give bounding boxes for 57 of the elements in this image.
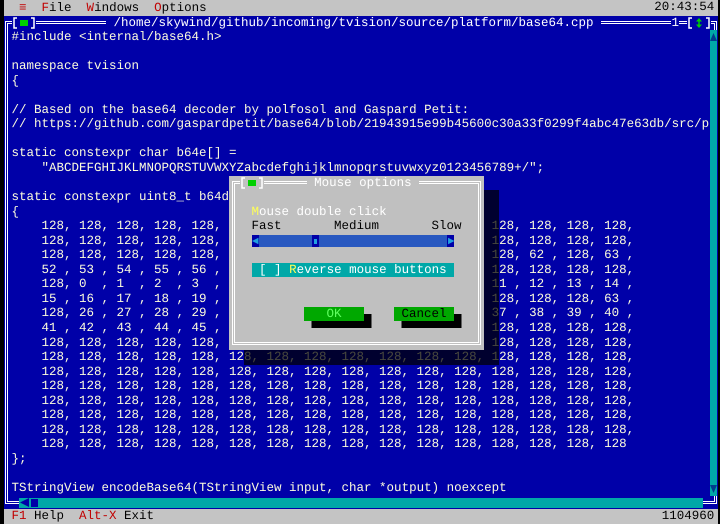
slider-thumb[interactable]	[312, 235, 320, 248]
code-line: 128, 128, 128, 128, 128, 128, 128, 128, 128, 128, 128, 128, 128, 128, 128, 128,	[42, 379, 634, 394]
code-line: namespace tvision	[12, 59, 140, 74]
code-line: 128, 128, 128, 128, 128, 128, 128, 128, 128, 128, 128, 128, 128, 128, 128, 128	[42, 437, 627, 452]
code-line: 128, 128, 128, 128,	[492, 336, 634, 350]
code-line: "ABCDEFGHIJKLMNOPQRSTUVWXYZabcdefghijklmnopqrstuvwxyz0123456789+/";	[42, 161, 544, 176]
code-line: 128, 128, 128, 128, 128,	[42, 248, 222, 263]
right-arrow-icon	[446, 235, 454, 248]
close-button[interactable]	[12, 16, 36, 30]
slider-label: Mouse double click	[252, 204, 387, 220]
code-line: 52 , 53 , 54 , 55 , 56 ,	[42, 262, 222, 278]
horizontal-scrollbar[interactable]	[19, 498, 703, 508]
code-line: static constexpr uint8_t b64d	[12, 190, 230, 204]
code-line: 128, 128, 128, 128, 128, 128, 128, 128, 128, 128, 128, 128, 128, 128, 128, 128,	[42, 422, 634, 437]
scroll-thumb[interactable]	[31, 498, 38, 507]
dialog-button[interactable]: Cancel	[394, 306, 454, 322]
zoom-button[interactable]	[686, 16, 710, 30]
clock: 20:43:54	[654, 0, 716, 16]
code-line: 128, 0 , 1 , 2 , 3 ,	[42, 277, 222, 292]
code-line: 128, 128, 128, 128, 128,	[42, 336, 222, 350]
code-line: 128, 128, 128, 128,	[492, 219, 634, 234]
vertical-scrollbar[interactable]	[710, 30, 717, 496]
code-line: 128, 128, 128, 128, 128, 128, 128, 128, 128, 128, 128, 128, 128, 128, 128, 128,	[42, 408, 634, 422]
code-line: 128, 128, 128, 63 ,	[492, 292, 634, 306]
code-line: 128, 128, 128, 128,	[492, 234, 634, 248]
code-line: 41 , 42 , 43 , 44 , 45 ,	[42, 321, 222, 336]
code-line: 128, 26 , 27 , 28 , 29 ,	[42, 306, 222, 322]
code-line: {	[12, 74, 20, 88]
code-line: 128, 62 , 128, 63 ,	[492, 248, 634, 263]
code-line: 11 , 12 , 13 , 14 ,	[492, 277, 634, 292]
code-line: 128, 128, 128, 128, 128, 128, 128, 128, 128, 128, 128, 128, 128, 128, 128, 128,	[42, 350, 634, 364]
left-arrow-icon	[252, 235, 260, 248]
scale-label: Fast	[252, 219, 282, 234]
code-line: 128, 128, 128, 128,	[492, 321, 634, 336]
code-line: static constexpr char b64e[] =	[12, 146, 237, 160]
code-line: 128, 128, 128, 128,	[492, 262, 634, 278]
code-line: 128, 128, 128, 128, 128,	[42, 219, 222, 234]
memory-counter: 1104960	[662, 509, 716, 524]
code-line: 128, 128, 128, 128, 128,	[42, 234, 222, 248]
dialog-title: Mouse options	[306, 176, 420, 190]
code-line: 15 , 16 , 17 , 18 , 19 ,	[42, 292, 222, 306]
code-line: };	[12, 452, 27, 466]
code-line: {	[12, 204, 20, 219]
code-line: #include <internal/base64.h>	[12, 30, 222, 44]
scale-label: Medium	[334, 219, 380, 234]
code-line: // https://github.com/gaspardpetit/base64/blob/21943915e99b45600c30a33f0299f4abc47e63db/src/p	[12, 117, 710, 132]
code-line: TStringView encodeBase64(TStringView input, char *output) noexcept	[12, 481, 507, 496]
code-line: // Based on the base64 decoder by polfosol and Gaspard Petit:	[12, 102, 470, 117]
window-title: /home/skywind/github/incoming/tvision/source/platform/base64.cpp	[106, 16, 602, 30]
code-line: 128, 128, 128, 128, 128, 128, 128, 128, 128, 128, 128, 128, 128, 128, 128, 128,	[42, 394, 634, 408]
slider[interactable]	[252, 235, 454, 248]
scale-label: Slow	[432, 219, 462, 234]
up-arrow-icon	[710, 32, 717, 42]
close-button[interactable]	[240, 176, 264, 190]
down-arrow-icon	[710, 484, 717, 494]
code-line: 128, 128, 128, 128, 128, 128, 128, 128, 128, 128, 128, 128, 128, 128, 128, 128,	[42, 364, 634, 379]
code-line: 37 , 38 , 39 , 40 ,	[492, 306, 634, 322]
